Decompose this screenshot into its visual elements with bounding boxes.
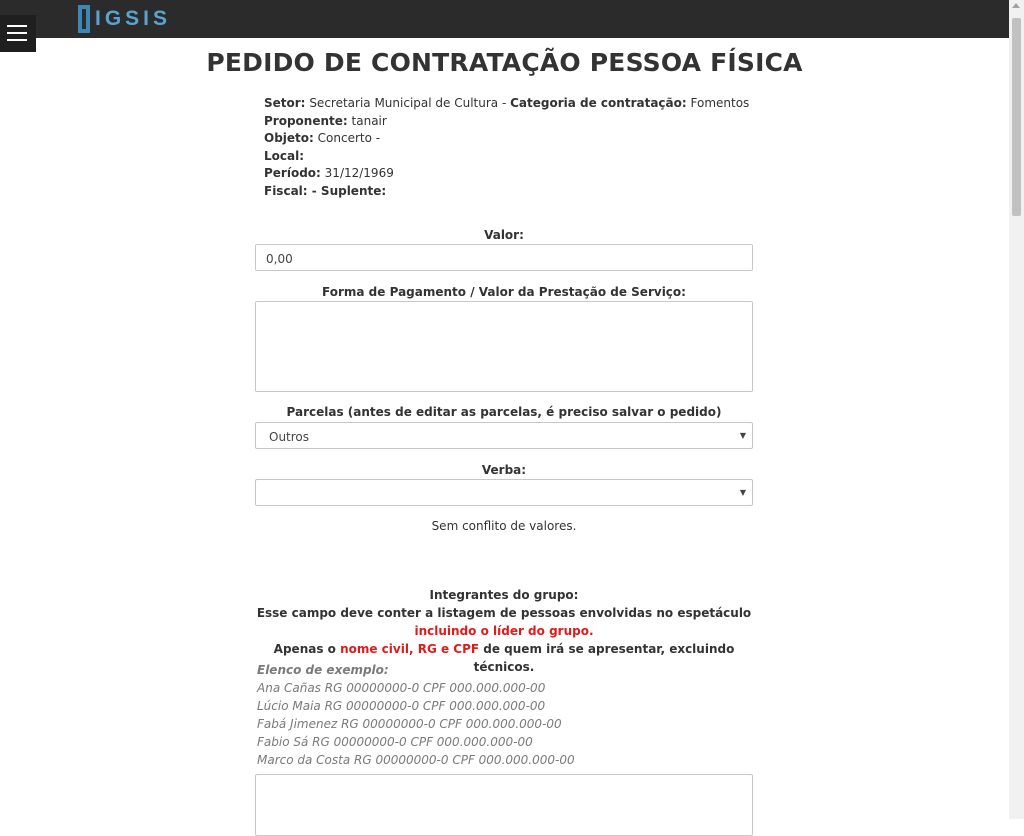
objeto-value: Concerto - (317, 131, 381, 145)
example-cast: Elenco de exemplo: Ana Cañas RG 00000000… (257, 661, 575, 769)
group-line-1-highlight: incluindo o líder do grupo (414, 624, 589, 638)
parcelas-label: Parcelas (antes de editar as parcelas, é… (286, 405, 722, 419)
proponente-label: Proponente: (264, 113, 348, 128)
hamburger-icon-bar (7, 32, 27, 34)
logo-mark-icon (78, 5, 90, 33)
caret-down-icon: ▼ (739, 431, 746, 440)
example-cast-item: Fabá Jimenez RG 00000000-0 CPF 000.000.0… (257, 717, 562, 731)
parcelas-selected-value: Outros (269, 430, 310, 444)
setor-value: Secretaria Municipal de Cultura - (309, 96, 511, 110)
group-line-1-text: Esse campo deve conter a listagem de pes… (256, 606, 752, 620)
group-line-1-end: . (588, 624, 594, 638)
hamburger-icon-bar (7, 39, 27, 41)
group-title: Integrantes do grupo: (429, 588, 579, 602)
example-cast-item: Fabio Sá RG 00000000-0 CPF 000.000.000-0… (257, 735, 533, 749)
fiscal-label: Fiscal: (264, 183, 308, 198)
group-line-2-text-a: Apenas o (273, 642, 341, 656)
example-cast-header: Elenco de exemplo: (257, 663, 389, 677)
pagamento-textarea[interactable] (255, 301, 753, 392)
local-line: Local: (264, 148, 749, 166)
logo-text: IGSIS (95, 7, 172, 30)
categoria-value: Fomentos (690, 96, 750, 110)
page-scrollbar[interactable] (1009, 0, 1024, 819)
conflict-status: Sem conflito de valores. (431, 519, 577, 533)
group-line-2-highlight: nome civil, RG e CPF (340, 642, 480, 656)
example-cast-item: Ana Cañas RG 00000000-0 CPF 000.000.000-… (257, 681, 546, 695)
menu-toggle-button[interactable] (0, 15, 36, 52)
example-cast-item: Marco da Costa RG 00000000-0 CPF 000.000… (257, 753, 575, 767)
objeto-line: Objeto: Concerto - (264, 130, 749, 148)
periodo-line: Período: 31/12/1969 (264, 165, 749, 183)
valor-label: Valor: (484, 228, 524, 242)
fiscal-line: Fiscal: - Suplente: (264, 183, 749, 201)
scroll-up-arrow-icon[interactable] (1012, 3, 1020, 8)
objeto-label: Objeto: (264, 131, 314, 145)
proponente-value: tanair (351, 113, 387, 128)
periodo-value: 31/12/1969 (324, 166, 394, 180)
suplente-label: Suplente: (320, 183, 387, 198)
verba-select[interactable]: ▼ (255, 479, 753, 506)
pagamento-label: Forma de Pagamento / Valor da Prestação … (322, 285, 686, 299)
page-title: PEDIDO DE CONTRATAÇÃO PESSOA FÍSICA (206, 48, 803, 77)
group-line-1: Esse campo deve conter a listagem de pes… (255, 604, 753, 640)
verba-label: Verba: (481, 463, 527, 477)
example-cast-item: Lúcio Maia RG 00000000-0 CPF 000.000.000… (257, 699, 546, 713)
categoria-label: Categoria de contratação: (510, 96, 687, 110)
setor-line: Setor: Secretaria Municipal de Cultura -… (264, 95, 749, 113)
top-navbar: IGSIS (0, 0, 1009, 38)
local-label: Local: (264, 148, 305, 163)
fiscal-separator: - (307, 183, 321, 198)
periodo-label: Período: (264, 166, 321, 180)
parcelas-select[interactable]: Outros ▼ (255, 422, 753, 449)
valor-input-value: 0,00 (266, 252, 293, 266)
request-info: Setor: Secretaria Municipal de Cultura -… (264, 95, 749, 200)
integrantes-textarea[interactable] (255, 774, 753, 836)
setor-label: Setor: (264, 96, 306, 110)
igsis-logo[interactable]: IGSIS (78, 4, 171, 34)
proponente-line: Proponente: tanair (264, 113, 749, 131)
caret-down-icon: ▼ (739, 488, 746, 497)
hamburger-icon (7, 25, 27, 27)
valor-input[interactable]: 0,00 (255, 244, 753, 271)
scrollbar-thumb[interactable] (1012, 18, 1021, 216)
